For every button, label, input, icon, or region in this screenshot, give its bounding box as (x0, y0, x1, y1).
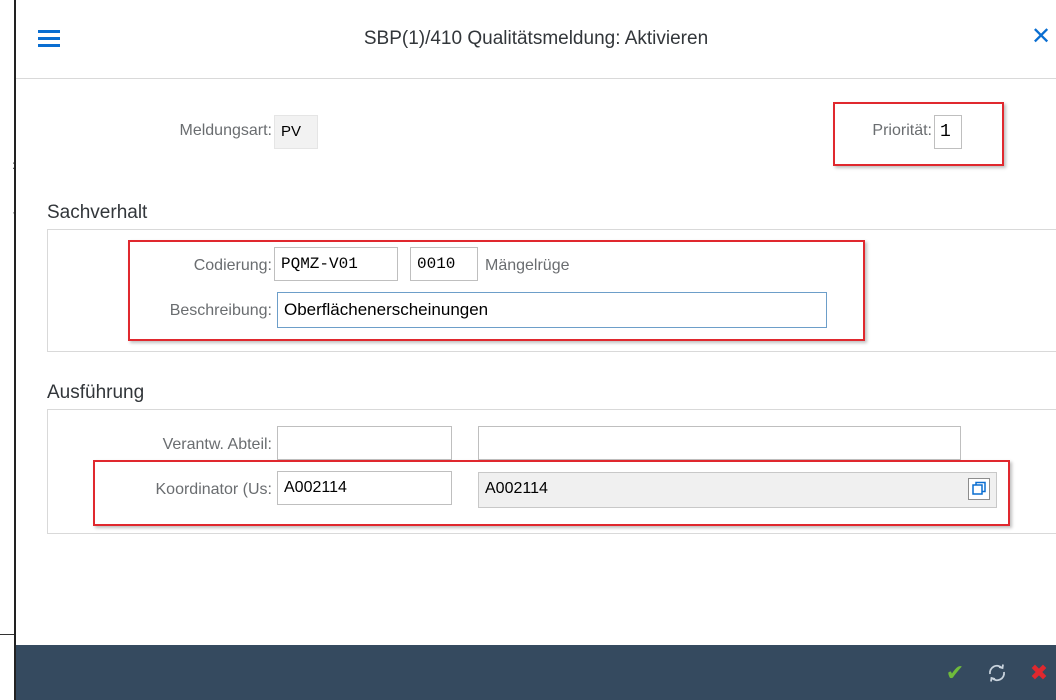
beschreibung-field[interactable]: Oberflächenerscheinungen (277, 292, 827, 328)
abteilung-label: Verantw. Abteil: (162, 436, 272, 453)
codierung-field[interactable]: PQMZ-V01 (274, 247, 398, 281)
koordinator-text: A002114 (485, 480, 548, 497)
koordinator-label: Koordinator (Us: (155, 481, 273, 498)
abteilung-field[interactable] (277, 426, 452, 460)
code-text: Mängelrüge (485, 257, 570, 274)
code-field[interactable]: 0010 (410, 247, 478, 281)
background-strip: : · (0, 0, 16, 700)
checkmark-icon[interactable]: ✔ (942, 660, 968, 686)
codierung-label: Codierung: (193, 257, 272, 274)
cancel-icon[interactable]: ✖ (1026, 660, 1052, 686)
refresh-icon[interactable] (984, 660, 1010, 686)
value-help-icon[interactable] (968, 478, 990, 500)
section-title-ausfuehrung: Ausführung (47, 382, 145, 403)
prioritaet-field[interactable]: 1 (934, 115, 962, 149)
dialog-title: SBP(1)/410 Qualitätsmeldung: Aktivieren (363, 28, 709, 49)
section-title-sachverhalt: Sachverhalt (47, 202, 148, 223)
meldungsart-field[interactable]: PV (274, 115, 318, 149)
koordinator-field[interactable]: A002114 (277, 471, 452, 505)
koordinator-text-field: A002114 (478, 472, 997, 508)
close-icon[interactable]: ✕ (1028, 24, 1054, 50)
abteilung-text-field[interactable] (478, 426, 961, 460)
sachverhalt-group (47, 229, 1056, 352)
meldungsart-label: Meldungsart: (179, 122, 273, 139)
beschreibung-label: Beschreibung: (169, 302, 272, 319)
prioritaet-label: Priorität: (872, 122, 932, 139)
dialog-titlebar: SBP(1)/410 Qualitätsmeldung: Aktivieren … (16, 0, 1056, 79)
dialog-footer: ✔ ✖ (16, 645, 1056, 700)
dialog-window: SBP(1)/410 Qualitätsmeldung: Aktivieren … (14, 0, 1056, 700)
